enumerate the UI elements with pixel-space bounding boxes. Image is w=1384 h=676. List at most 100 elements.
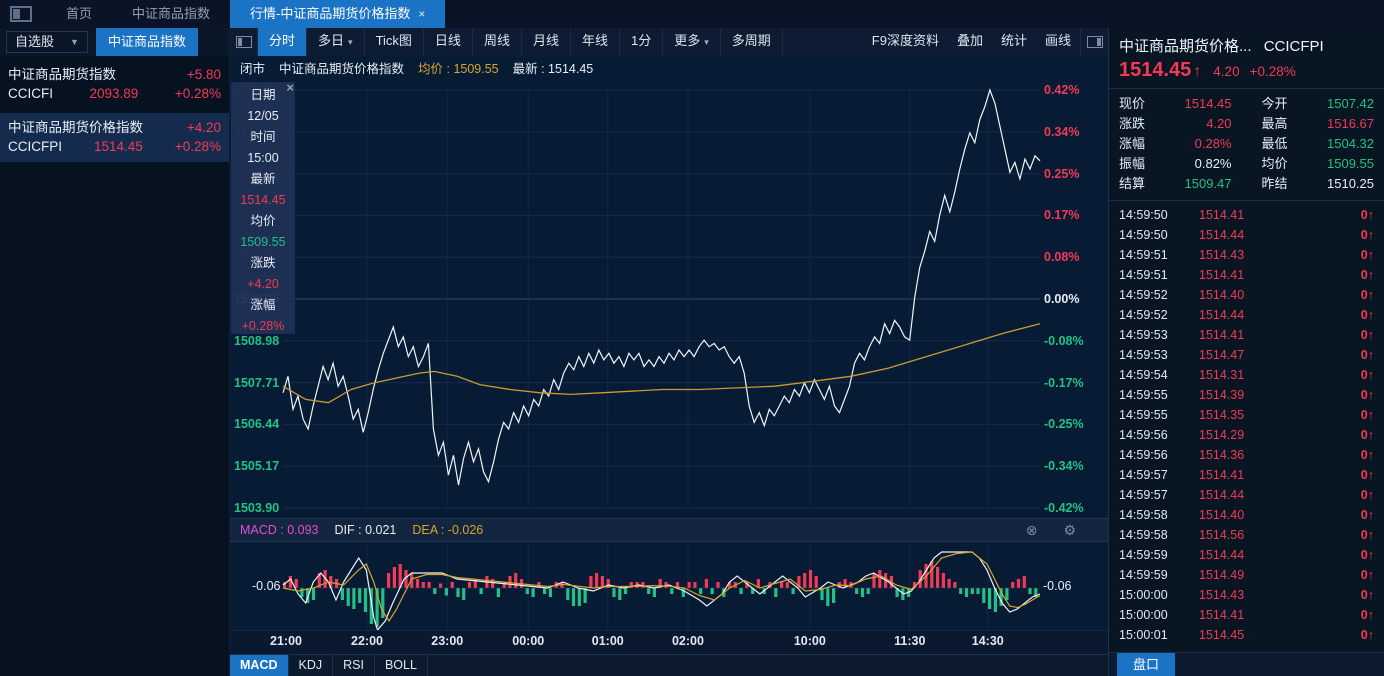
tick-time: 14:59:55 bbox=[1119, 408, 1168, 422]
period-button-分时[interactable]: 分时 bbox=[258, 28, 308, 56]
tick-row[interactable]: 14:59:54 1514.31 0↑ bbox=[1109, 365, 1384, 385]
tick-row[interactable]: 14:59:59 1514.49 0↑ bbox=[1109, 565, 1384, 585]
period-button-更多[interactable]: 更多 ▾ bbox=[663, 28, 721, 56]
tick-row[interactable]: 14:59:50 1514.41 0↑ bbox=[1109, 205, 1384, 225]
period-button-label: 多日 bbox=[318, 33, 345, 48]
indicator-settings-icon[interactable]: ⚙ bbox=[1063, 522, 1076, 539]
time-axis-label: 00:00 bbox=[512, 634, 545, 648]
price-chart-canvas[interactable] bbox=[230, 78, 1108, 515]
watchlist-item-CCICFPI[interactable]: 中证商品期货价格指数 +4.20 CCICFPI 1514.45 +0.28% bbox=[0, 113, 229, 162]
price-axis-label: 1506.44 bbox=[234, 417, 280, 432]
period-button-周线[interactable]: 周线 bbox=[473, 28, 522, 56]
tick-row[interactable]: 14:59:58 1514.56 0↑ bbox=[1109, 525, 1384, 545]
tick-row[interactable]: 14:59:55 1514.39 0↑ bbox=[1109, 385, 1384, 405]
tick-row[interactable]: 14:59:56 1514.36 0↑ bbox=[1109, 445, 1384, 465]
stat-row: 振幅 0.82% 均价 1509.55 bbox=[1109, 154, 1384, 174]
tooltip-row: 涨幅 bbox=[250, 298, 276, 312]
toolbar-action-0[interactable]: F9深度资料 bbox=[863, 28, 948, 56]
top-tab-2[interactable]: 行情-中证商品期货价格指数 × bbox=[230, 0, 446, 28]
instrument-price: 2093.89 bbox=[89, 86, 139, 101]
macd-canvas[interactable] bbox=[230, 542, 1108, 632]
tick-row[interactable]: 14:59:59 1514.44 0↑ bbox=[1109, 545, 1384, 565]
stat-label: 今开 bbox=[1261, 96, 1288, 111]
tick-row[interactable]: 14:59:51 1514.43 0↑ bbox=[1109, 245, 1384, 265]
top-tab-label: 行情-中证商品期货价格指数 bbox=[250, 6, 411, 21]
tick-row[interactable]: 14:59:53 1514.41 0↑ bbox=[1109, 325, 1384, 345]
top-tab-1[interactable]: 中证商品指数 bbox=[112, 0, 230, 28]
period-button-月线[interactable]: 月线 bbox=[522, 28, 571, 56]
tick-time: 15:00:00 bbox=[1119, 588, 1168, 602]
indicator-tab-KDJ[interactable]: KDJ bbox=[289, 655, 334, 676]
tooltip-row: 涨跌 bbox=[250, 256, 276, 270]
period-button-Tick图[interactable]: Tick图 bbox=[365, 28, 424, 56]
tick-row[interactable]: 14:59:58 1514.40 0↑ bbox=[1109, 505, 1384, 525]
period-button-多日[interactable]: 多日 ▾ bbox=[307, 28, 365, 56]
tick-row[interactable]: 14:59:56 1514.29 0↑ bbox=[1109, 425, 1384, 445]
tick-row[interactable]: 15:00:00 1514.43 0↑ bbox=[1109, 585, 1384, 605]
period-button-多周期[interactable]: 多周期 bbox=[721, 28, 783, 56]
window-panel-icon[interactable] bbox=[10, 6, 32, 22]
indicator-header: MACD : 0.093 DIF : 0.021 DEA : -0.026 ⊗ … bbox=[230, 518, 1108, 542]
tick-price: 1514.40 bbox=[1199, 288, 1245, 302]
watchlist-group-dropdown[interactable]: 自选股 ▼ bbox=[6, 31, 88, 53]
tab-close-icon[interactable]: × bbox=[418, 7, 425, 21]
instrument-change: +5.80 bbox=[186, 67, 221, 82]
time-axis: 21:00 22:00 23:00 00:00 01:00 02:00 10:00 11:30… bbox=[230, 630, 1108, 654]
watchlist: 中证商品期货指数 +5.80 CCICFI 2093.89 +0.28% 中证商品期货价格… bbox=[0, 60, 229, 162]
percent-axis-label: -0.42% bbox=[1044, 501, 1084, 515]
tick-volume-direction: 0↑ bbox=[1360, 248, 1374, 262]
tooltip-row: +0.28% bbox=[241, 319, 285, 333]
tick-row[interactable]: 14:59:51 1514.41 0↑ bbox=[1109, 265, 1384, 285]
tick-time: 15:00:00 bbox=[1119, 608, 1168, 622]
tick-row[interactable]: 14:59:53 1514.47 0↑ bbox=[1109, 345, 1384, 365]
toolbar-action-1[interactable]: 叠加 bbox=[948, 28, 992, 56]
indicator-tab-RSI[interactable]: RSI bbox=[333, 655, 375, 676]
tick-row[interactable]: 14:59:52 1514.44 0↑ bbox=[1109, 305, 1384, 325]
tick-price: 1514.29 bbox=[1199, 428, 1245, 442]
period-button-年线[interactable]: 年线 bbox=[571, 28, 620, 56]
period-button-1分[interactable]: 1分 bbox=[620, 28, 664, 56]
percent-axis-label: -0.08% bbox=[1044, 333, 1084, 348]
indicator-tab-BOLL[interactable]: BOLL bbox=[375, 655, 428, 676]
divider bbox=[1109, 200, 1384, 201]
period-button-日线[interactable]: 日线 bbox=[424, 28, 473, 56]
tick-row[interactable]: 14:59:57 1514.41 0↑ bbox=[1109, 465, 1384, 485]
percent-axis-label: 0.00% bbox=[1044, 292, 1080, 306]
tick-row[interactable]: 15:00:01 1514.45 0↑ bbox=[1109, 625, 1384, 645]
tick-volume-direction: 0↑ bbox=[1360, 468, 1374, 482]
indicator-tab-MACD[interactable]: MACD bbox=[230, 655, 289, 676]
layout-left-panel-button[interactable] bbox=[230, 28, 258, 56]
layout-right-panel-button[interactable] bbox=[1080, 28, 1108, 56]
quote-panel-footer: 盘口 bbox=[1109, 652, 1384, 676]
tick-row[interactable]: 14:59:52 1514.40 0↑ bbox=[1109, 285, 1384, 305]
tooltip-close-icon[interactable]: × bbox=[286, 81, 294, 95]
toolbar-action-2[interactable]: 统计 bbox=[992, 28, 1036, 56]
tick-row[interactable]: 14:59:55 1514.35 0↑ bbox=[1109, 405, 1384, 425]
tick-row[interactable]: 14:59:50 1514.44 0↑ bbox=[1109, 225, 1384, 245]
sidebar-tab-index-group[interactable]: 中证商品指数 bbox=[95, 28, 198, 56]
toolbar-action-3[interactable]: 画线 bbox=[1036, 28, 1080, 56]
instrument-price: 1514.45 bbox=[94, 139, 143, 154]
stat-row: 现价 1514.45 今开 1507.42 bbox=[1109, 94, 1384, 114]
stat-label: 振幅 bbox=[1119, 156, 1146, 171]
tick-row[interactable]: 15:00:00 1514.41 0↑ bbox=[1109, 605, 1384, 625]
top-tab-0[interactable]: 首页 bbox=[46, 0, 112, 28]
tooltip-row: 最新 bbox=[250, 172, 276, 186]
tick-price: 1514.43 bbox=[1199, 248, 1245, 262]
macd-value: MACD : 0.093 bbox=[240, 523, 319, 537]
tick-row[interactable]: 14:59:57 1514.44 0↑ bbox=[1109, 485, 1384, 505]
tick-volume-direction: 0↑ bbox=[1360, 228, 1374, 242]
tick-volume-direction: 0↑ bbox=[1360, 408, 1374, 422]
tooltip-row: 15:00 bbox=[247, 151, 279, 165]
watchlist-item-CCICFI[interactable]: 中证商品期货指数 +5.80 CCICFI 2093.89 +0.28% bbox=[0, 60, 229, 109]
indicator-close-icon[interactable]: ⊗ bbox=[1026, 522, 1038, 539]
tooltip-row: 时间 bbox=[250, 130, 276, 144]
tooltip-row: +4.20 bbox=[247, 277, 279, 291]
stat-value: 1510.25 bbox=[1327, 176, 1374, 191]
stat-label: 最高 bbox=[1261, 116, 1288, 131]
time-axis-label: 22:00 bbox=[351, 634, 383, 648]
time-axis-label: 10:00 bbox=[793, 634, 826, 648]
last-price: 1514.45 bbox=[1119, 59, 1192, 81]
tab-order-book[interactable]: 盘口 bbox=[1117, 653, 1176, 676]
top-tab-label: 首页 bbox=[66, 6, 93, 21]
